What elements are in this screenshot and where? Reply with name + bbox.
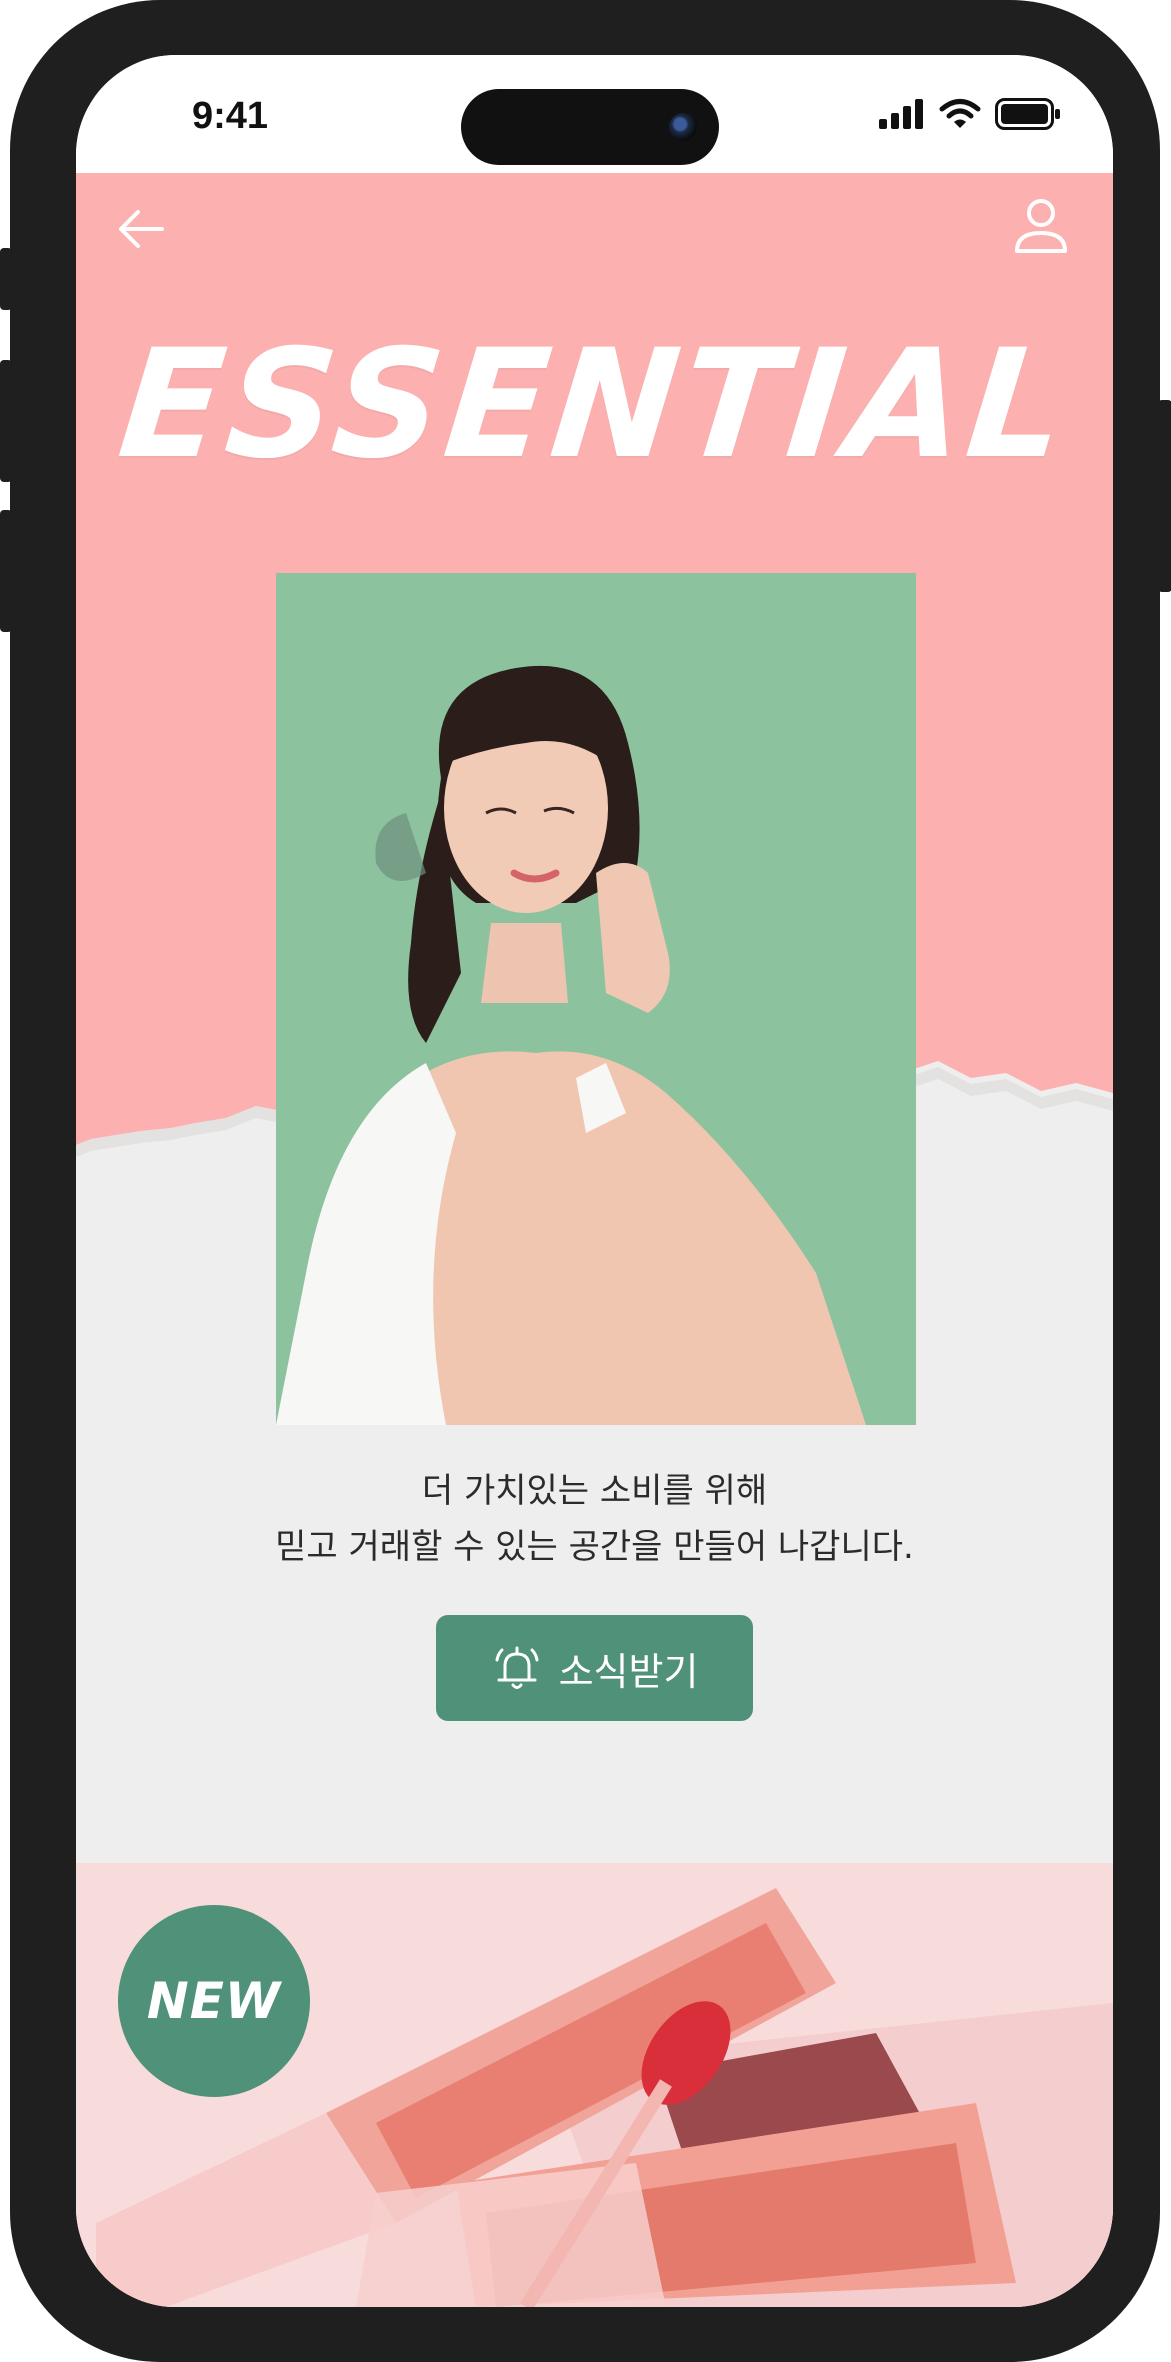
phone-screen: 9:41 ESSENTIAL 더 가치있는 소비를 위해 믿고 거래할 수 있는…: [76, 55, 1113, 2307]
arrow-left-icon[interactable]: [112, 199, 172, 259]
battery-icon: [995, 98, 1060, 130]
volume-up-button: [0, 360, 12, 482]
status-time: 9:41: [192, 95, 269, 137]
brand-title: ESSENTIAL: [111, 318, 1078, 492]
phone-frame: 9:41 ESSENTIAL 더 가치있는 소비를 위해 믿고 거래할 수 있는…: [0, 0, 1171, 2362]
bell-icon: [495, 1646, 539, 1689]
user-icon[interactable]: [1009, 195, 1073, 259]
wifi-icon: [939, 99, 981, 128]
caption-line-2: 믿고 거래할 수 있는 공간을 만들어 나갑니다.: [275, 1527, 914, 1567]
model-photo: [276, 573, 916, 1425]
status-icons: [879, 97, 1061, 131]
camera-icon: [669, 113, 697, 141]
new-products-section: NEW: [76, 1863, 1113, 2307]
hero-caption: 더 가치있는 소비를 위해 믿고 거래할 수 있는 공간을 만들어 나갑니다.: [76, 1463, 1113, 1575]
volume-down-button: [0, 510, 12, 632]
caption-line-1: 더 가치있는 소비를 위해: [421, 1471, 768, 1511]
notify-button[interactable]: 소식받기: [436, 1615, 753, 1721]
status-bar: 9:41: [76, 55, 1113, 173]
power-button: [1158, 400, 1171, 592]
signal-icon: [879, 99, 923, 129]
notify-button-label: 소식받기: [558, 1649, 699, 1694]
new-badge: NEW: [118, 1905, 310, 2097]
mute-switch: [0, 248, 12, 310]
dynamic-island: [461, 89, 719, 165]
top-navigation: [76, 173, 1113, 303]
hero-section: ESSENTIAL 더 가치있는 소비를 위해 믿고 거래할 수 있는 공간을 …: [76, 173, 1113, 1863]
